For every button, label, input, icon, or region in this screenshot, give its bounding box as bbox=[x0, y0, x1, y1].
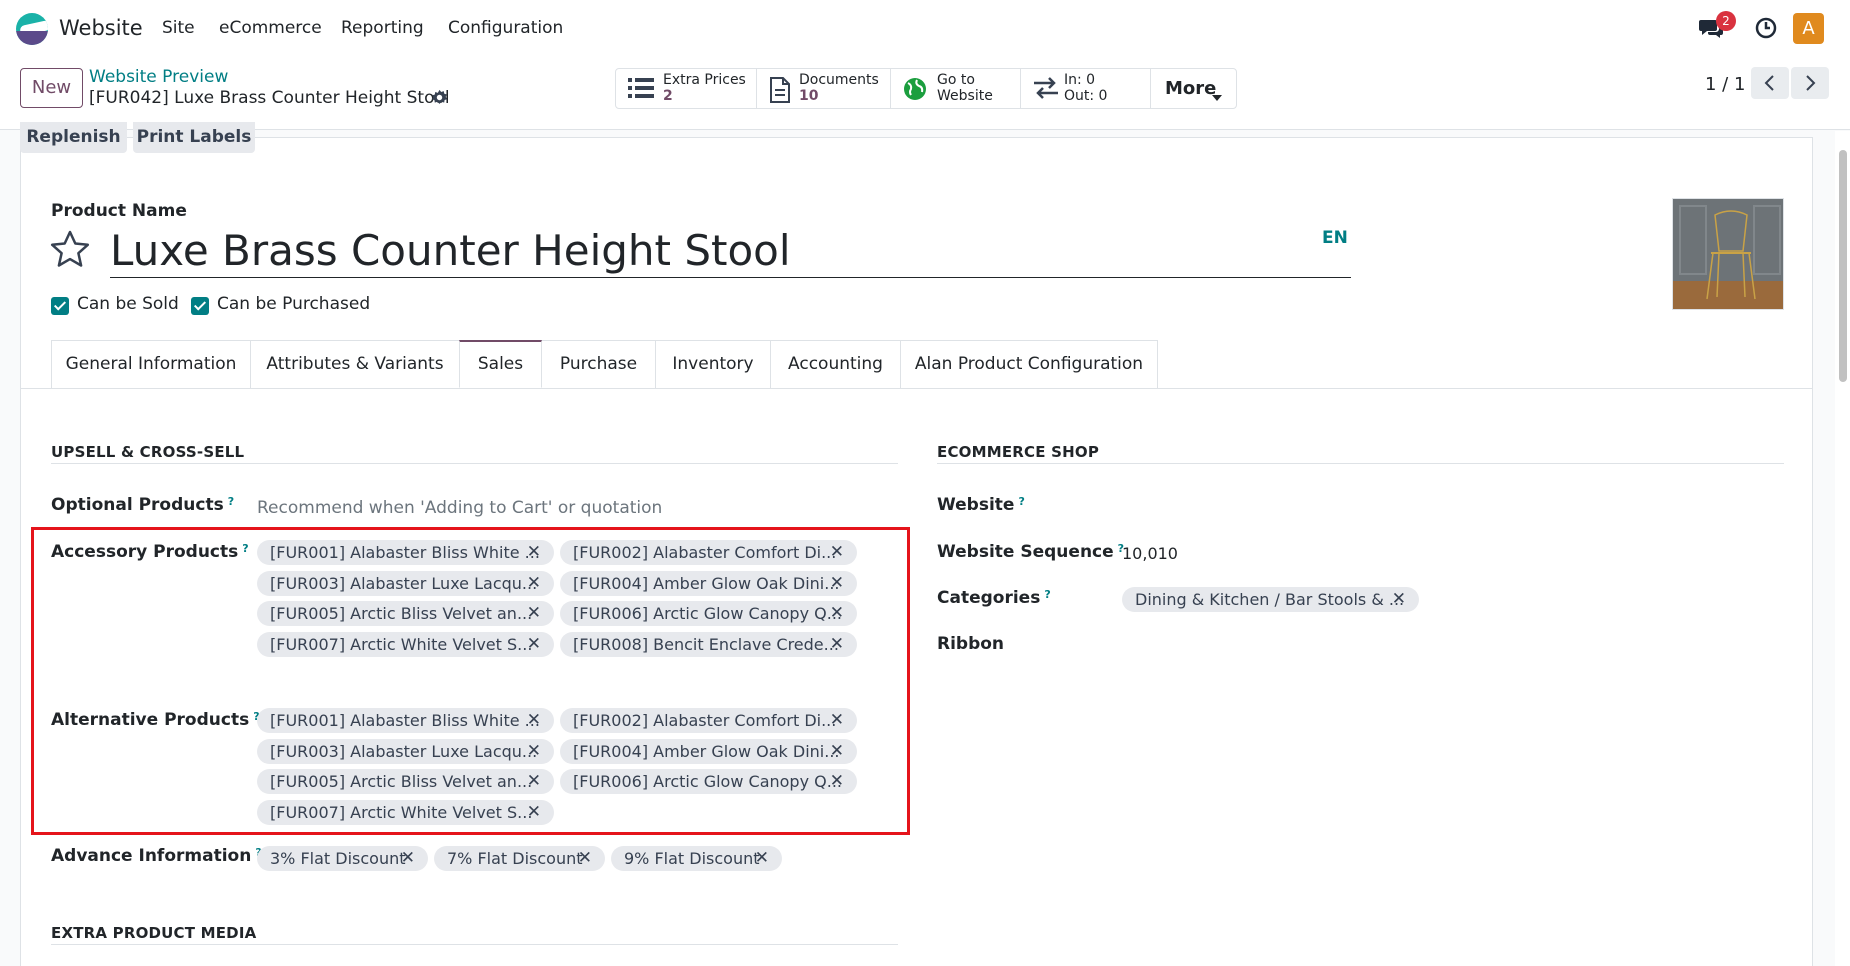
website-sequence-input[interactable]: 10,010 bbox=[1122, 544, 1178, 563]
can-be-purchased-label: Can be Purchased bbox=[217, 294, 371, 314]
new-button[interactable]: New bbox=[20, 68, 83, 108]
tab-attributes-variants[interactable]: Attributes & Variants bbox=[250, 340, 460, 388]
advance-tag[interactable]: 3% Flat Discount ✕ bbox=[257, 846, 428, 871]
smart-buttons: Extra Prices 2 Documents 10 Go to Websit… bbox=[615, 68, 1237, 109]
pager-next-button[interactable] bbox=[1791, 67, 1829, 99]
user-avatar[interactable]: A bbox=[1793, 13, 1824, 44]
extra-prices-label: Extra Prices bbox=[663, 72, 746, 88]
documents-label: Documents bbox=[799, 72, 879, 88]
go-to-label: Go to bbox=[937, 72, 975, 88]
activity-clock-icon[interactable] bbox=[1755, 17, 1777, 44]
exchange-arrows-icon bbox=[1033, 77, 1059, 104]
tab-general-information[interactable]: General Information bbox=[51, 340, 251, 388]
ecommerce-section-line bbox=[937, 463, 1784, 464]
can-be-purchased-checkbox[interactable] bbox=[191, 297, 209, 315]
advance-tag[interactable]: 9% Flat Discount ✕ bbox=[611, 846, 782, 871]
highlight-box bbox=[31, 527, 910, 835]
breadcrumb-current: [FUR042] Luxe Brass Counter Height Stool bbox=[89, 88, 450, 108]
remove-tag-icon[interactable]: ✕ bbox=[578, 846, 592, 871]
can-be-sold-label: Can be Sold bbox=[77, 294, 179, 314]
menu-site[interactable]: Site bbox=[162, 18, 195, 38]
gear-icon[interactable] bbox=[431, 89, 448, 111]
messages-badge: 2 bbox=[1716, 11, 1736, 31]
app-name[interactable]: Website bbox=[59, 16, 143, 40]
product-name-input[interactable]: Luxe Brass Counter Height Stool bbox=[110, 226, 791, 275]
list-icon bbox=[628, 77, 654, 104]
go-to-website-button[interactable]: Go to Website bbox=[891, 69, 1021, 108]
print-labels-button[interactable]: Print Labels bbox=[133, 122, 255, 153]
categories-label: Categories? bbox=[937, 588, 1051, 608]
menu-reporting[interactable]: Reporting bbox=[341, 18, 424, 38]
replenish-button[interactable]: Replenish bbox=[20, 122, 127, 153]
caret-down-icon bbox=[1212, 86, 1222, 106]
tab-sales[interactable]: Sales bbox=[459, 340, 542, 388]
ecommerce-section-title: ECOMMERCE SHOP bbox=[937, 443, 1100, 461]
extra-prices-button[interactable]: Extra Prices 2 bbox=[616, 69, 757, 108]
pager-value[interactable]: 1 / 1 bbox=[1705, 74, 1745, 95]
extra-prices-value: 2 bbox=[663, 88, 673, 104]
category-tag[interactable]: Dining & Kitchen / Bar Stools & ... ✕ bbox=[1122, 587, 1419, 612]
product-name-label: Product Name bbox=[51, 201, 187, 221]
more-dropdown[interactable]: More bbox=[1151, 69, 1236, 108]
optional-products-input[interactable]: Recommend when 'Adding to Cart' or quota… bbox=[257, 498, 662, 518]
tabs-divider bbox=[20, 388, 1813, 389]
product-name-underline bbox=[110, 277, 1351, 278]
advance-information-label: Advance Information? bbox=[51, 846, 262, 866]
website-field-label: Website? bbox=[937, 495, 1025, 515]
favorite-star-icon[interactable] bbox=[50, 230, 90, 273]
tab-alan-product-configuration[interactable]: Alan Product Configuration bbox=[900, 340, 1158, 388]
scrollbar-thumb[interactable] bbox=[1839, 150, 1847, 382]
optional-products-label: Optional Products? bbox=[51, 495, 235, 515]
control-panel: New Website Preview [FUR042] Luxe Brass … bbox=[0, 56, 1850, 130]
globe-icon bbox=[903, 77, 927, 106]
website-sequence-label: Website Sequence? bbox=[937, 542, 1125, 562]
language-toggle[interactable]: EN bbox=[1322, 228, 1348, 248]
website-label: Website bbox=[937, 88, 993, 104]
remove-tag-icon[interactable]: ✕ bbox=[401, 846, 415, 871]
ribbon-label: Ribbon bbox=[937, 634, 1005, 654]
chevron-left-icon bbox=[1764, 75, 1774, 91]
upsell-section-title: UPSELL & CROSS-SELL bbox=[51, 443, 245, 461]
extra-media-section-title: EXTRA PRODUCT MEDIA bbox=[51, 924, 257, 942]
chevron-right-icon bbox=[1806, 75, 1816, 91]
top-navbar: Website Site eCommerce Reporting Configu… bbox=[0, 0, 1850, 56]
tab-accounting[interactable]: Accounting bbox=[770, 340, 901, 388]
upsell-section-line bbox=[51, 463, 898, 464]
breadcrumb-parent[interactable]: Website Preview bbox=[89, 67, 228, 87]
in-out-button[interactable]: In: 0 Out: 0 bbox=[1021, 69, 1151, 108]
documents-button[interactable]: Documents 10 bbox=[757, 69, 891, 108]
documents-value: 10 bbox=[799, 88, 819, 104]
pager-previous-button[interactable] bbox=[1751, 67, 1789, 99]
in-count: In: 0 bbox=[1064, 72, 1096, 88]
advance-tag[interactable]: 7% Flat Discount ✕ bbox=[434, 846, 605, 871]
document-icon bbox=[769, 77, 791, 108]
form-tabs: General Information Attributes & Variant… bbox=[51, 340, 1158, 388]
out-count: Out: 0 bbox=[1064, 88, 1108, 104]
menu-configuration[interactable]: Configuration bbox=[448, 18, 563, 38]
website-app-logo[interactable] bbox=[16, 13, 48, 45]
extra-media-section-line bbox=[51, 944, 898, 945]
remove-tag-icon[interactable]: ✕ bbox=[755, 846, 769, 871]
product-image[interactable] bbox=[1672, 198, 1784, 310]
can-be-sold-checkbox[interactable] bbox=[51, 297, 69, 315]
tab-purchase[interactable]: Purchase bbox=[541, 340, 656, 388]
tab-inventory[interactable]: Inventory bbox=[655, 340, 771, 388]
remove-tag-icon[interactable]: ✕ bbox=[1392, 587, 1406, 612]
menu-ecommerce[interactable]: eCommerce bbox=[219, 18, 322, 38]
